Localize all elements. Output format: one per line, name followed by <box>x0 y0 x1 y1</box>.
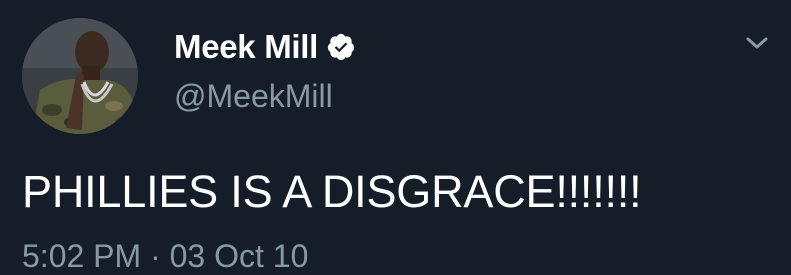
tweet-text: PHILLIES IS A DISGRACE!!!!!!! <box>22 166 642 217</box>
verified-badge-icon <box>326 32 356 62</box>
profile-photo-icon <box>22 18 138 134</box>
tweet-timestamp[interactable]: 5:02 PM · 03 Oct 10 <box>22 238 308 275</box>
tweet-card: Meek Mill @MeekMill PHILLIES IS A DISGRA… <box>0 0 791 274</box>
avatar[interactable] <box>22 18 138 134</box>
chevron-down-icon[interactable] <box>742 32 772 54</box>
author-display-name[interactable]: Meek Mill <box>174 28 318 66</box>
author-handle[interactable]: @MeekMill <box>174 78 333 115</box>
author-name-row: Meek Mill <box>174 28 356 66</box>
